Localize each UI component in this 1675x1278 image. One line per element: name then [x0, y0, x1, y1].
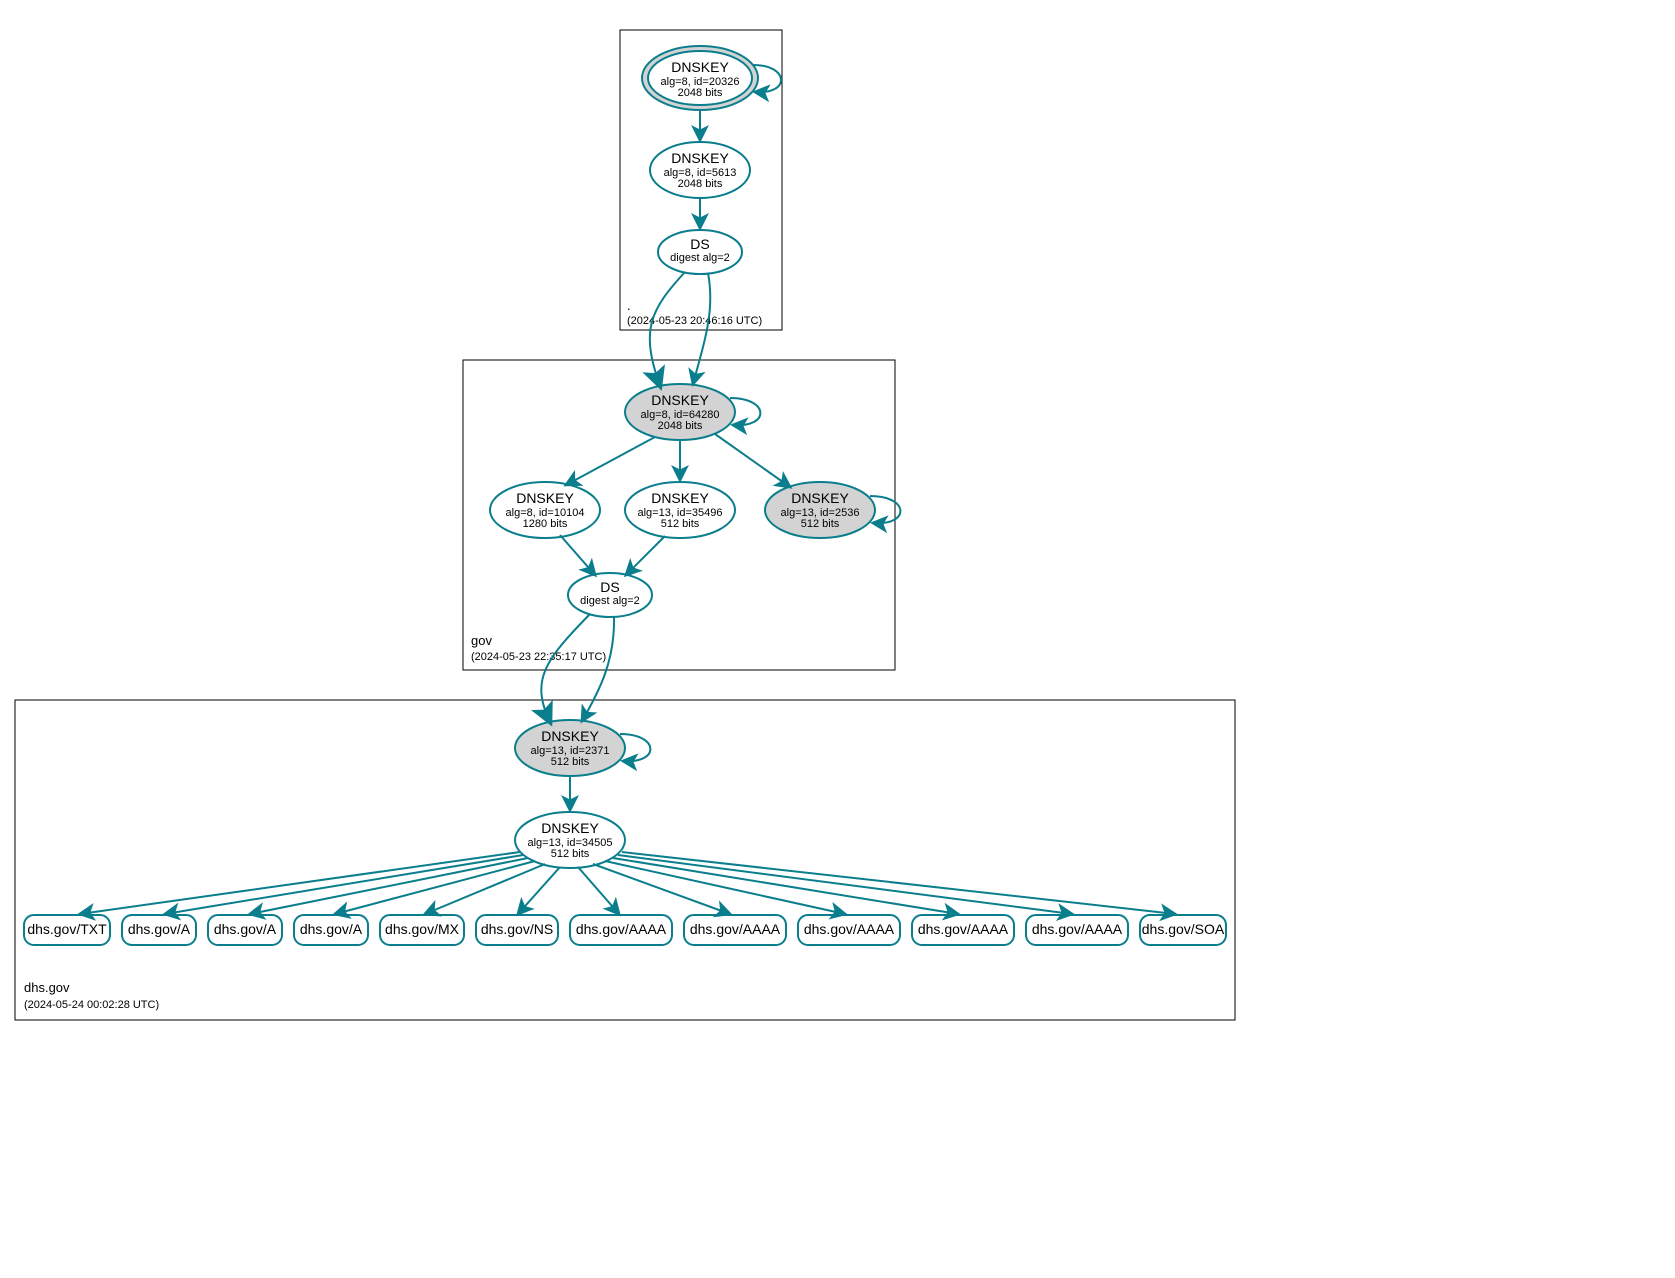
node-gov-ds: DS digest alg=2 [568, 573, 652, 617]
zone-root-ts: (2024-05-23 20:46:16 UTC) [627, 315, 762, 327]
zone-gov-ts: (2024-05-23 22:35:17 UTC) [471, 651, 606, 663]
node-dhs-zsk: DNSKEY alg=13, id=34505 512 bits [515, 812, 625, 868]
record-a-2: dhs.gov/A [208, 915, 282, 945]
edge-zsk-r5 [518, 867, 560, 914]
svg-text:dhs.gov/SOA: dhs.gov/SOA [1142, 921, 1225, 937]
record-a-1: dhs.gov/A [122, 915, 196, 945]
svg-text:DNSKEY: DNSKEY [671, 59, 729, 75]
edge-gov-ds-dhs-ksk [582, 617, 614, 721]
edge-gov-zsk1-ds [560, 535, 595, 575]
record-aaaa-4: dhs.gov/AAAA [912, 915, 1014, 945]
edge-zsk-r10 [618, 855, 1072, 914]
edge-root-ds-gov-ksk [693, 273, 710, 384]
edge-gov-zsk2-ds [626, 536, 665, 575]
svg-text:1280 bits: 1280 bits [523, 518, 568, 530]
svg-text:digest alg=2: digest alg=2 [580, 595, 640, 607]
svg-text:dhs.gov/AAAA: dhs.gov/AAAA [690, 921, 781, 937]
edge-zsk-r4 [425, 864, 545, 914]
svg-text:dhs.gov/AAAA: dhs.gov/AAAA [576, 921, 667, 937]
zone-dhs-label: dhs.gov [24, 980, 70, 995]
node-root-ksk: DNSKEY alg=8, id=20326 2048 bits [642, 46, 758, 110]
node-dhs-ksk: DNSKEY alg=13, id=2371 512 bits [515, 720, 625, 776]
edge-gov-ds-dhs-ksk-thick [541, 614, 590, 722]
record-aaaa-2: dhs.gov/AAAA [684, 915, 786, 945]
svg-text:512 bits: 512 bits [551, 756, 590, 768]
record-aaaa-5: dhs.gov/AAAA [1026, 915, 1128, 945]
svg-text:dhs.gov/A: dhs.gov/A [214, 921, 277, 937]
node-gov-ksk2: DNSKEY alg=13, id=2536 512 bits [765, 482, 875, 538]
svg-text:dhs.gov/MX: dhs.gov/MX [385, 921, 460, 937]
edge-zsk-r9 [613, 858, 958, 914]
edge-zsk-r1 [165, 855, 523, 914]
edge-gov-ksk-ksk2 [715, 434, 790, 487]
node-root-ds: DS digest alg=2 [658, 230, 742, 274]
record-aaaa-1: dhs.gov/AAAA [570, 915, 672, 945]
record-txt: dhs.gov/TXT [24, 915, 110, 945]
record-ns: dhs.gov/NS [476, 915, 558, 945]
svg-text:DNSKEY: DNSKEY [516, 490, 574, 506]
svg-text:dhs.gov/AAAA: dhs.gov/AAAA [804, 921, 895, 937]
svg-text:2048 bits: 2048 bits [658, 420, 703, 432]
node-gov-ksk: DNSKEY alg=8, id=64280 2048 bits [625, 384, 735, 440]
edge-gov-ksk-zsk1 [566, 437, 655, 485]
zone-gov-label: gov [471, 633, 492, 648]
zone-root-label: . [627, 298, 631, 313]
svg-text:512 bits: 512 bits [801, 518, 840, 530]
svg-text:DNSKEY: DNSKEY [671, 150, 729, 166]
record-aaaa-3: dhs.gov/AAAA [798, 915, 900, 945]
edge-zsk-r6 [578, 867, 619, 914]
record-group: dhs.gov/TXT dhs.gov/A dhs.gov/A dhs.gov/… [24, 915, 1226, 945]
record-soa: dhs.gov/SOA [1140, 915, 1226, 945]
svg-text:DNSKEY: DNSKEY [541, 728, 599, 744]
svg-text:2048 bits: 2048 bits [678, 87, 723, 99]
svg-text:digest alg=2: digest alg=2 [670, 252, 730, 264]
svg-text:dhs.gov/A: dhs.gov/A [128, 921, 191, 937]
svg-text:DNSKEY: DNSKEY [651, 392, 709, 408]
svg-text:512 bits: 512 bits [551, 848, 590, 860]
svg-text:dhs.gov/TXT: dhs.gov/TXT [27, 921, 107, 937]
record-a-3: dhs.gov/A [294, 915, 368, 945]
svg-text:2048 bits: 2048 bits [678, 178, 723, 190]
edge-zsk-r2 [250, 858, 528, 914]
svg-text:dhs.gov/AAAA: dhs.gov/AAAA [1032, 921, 1123, 937]
svg-text:DNSKEY: DNSKEY [791, 490, 849, 506]
node-root-zsk: DNSKEY alg=8, id=5613 2048 bits [650, 142, 750, 198]
svg-text:dhs.gov/NS: dhs.gov/NS [481, 921, 553, 937]
record-mx: dhs.gov/MX [380, 915, 464, 945]
svg-text:DNSKEY: DNSKEY [651, 490, 709, 506]
svg-text:DNSKEY: DNSKEY [541, 820, 599, 836]
svg-text:DS: DS [690, 236, 709, 252]
node-gov-zsk2: DNSKEY alg=13, id=35496 512 bits [625, 482, 735, 538]
zone-dhs-ts: (2024-05-24 00:02:28 UTC) [24, 999, 159, 1011]
dnssec-graph: . (2024-05-23 20:46:16 UTC) gov (2024-05… [0, 0, 1675, 1278]
svg-text:DS: DS [600, 579, 619, 595]
edge-root-ds-gov-ksk-thick [650, 272, 685, 386]
svg-text:dhs.gov/AAAA: dhs.gov/AAAA [918, 921, 1009, 937]
node-gov-zsk1: DNSKEY alg=8, id=10104 1280 bits [490, 482, 600, 538]
svg-text:dhs.gov/A: dhs.gov/A [300, 921, 363, 937]
svg-text:512 bits: 512 bits [661, 518, 700, 530]
